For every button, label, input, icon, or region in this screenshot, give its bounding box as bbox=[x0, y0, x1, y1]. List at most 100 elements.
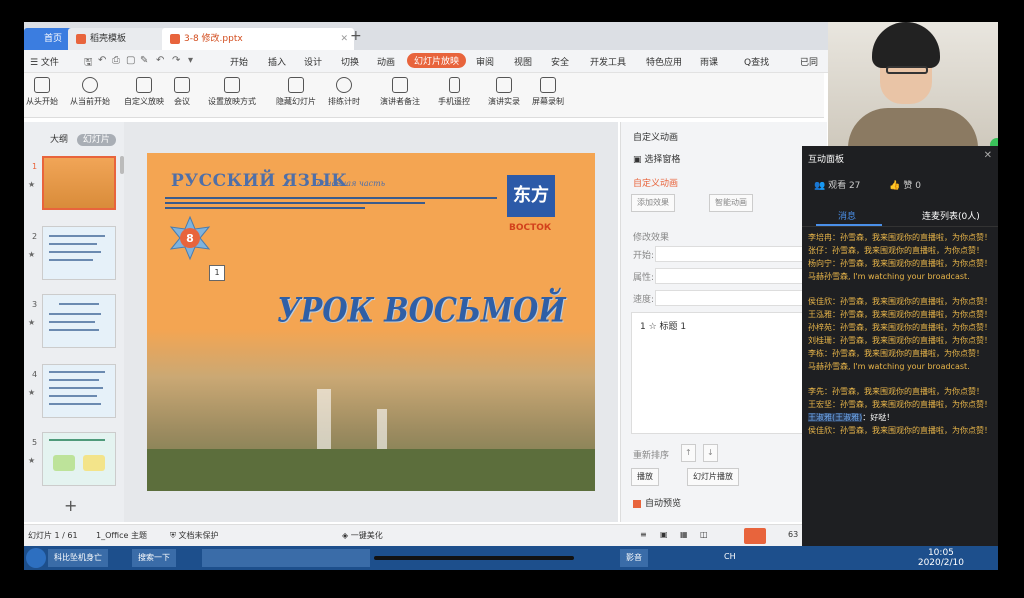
animation-marker[interactable]: 1 bbox=[209, 265, 225, 281]
menu-icon[interactable]: ≡ bbox=[640, 530, 647, 539]
thumb-line bbox=[49, 387, 103, 389]
chat-message-text: , I'm watching your broadcast. bbox=[848, 272, 970, 281]
slide-thumb-4[interactable] bbox=[42, 364, 116, 418]
media-progress[interactable] bbox=[374, 556, 574, 560]
start-select[interactable] bbox=[655, 246, 823, 262]
slide-thumb-3[interactable] bbox=[42, 294, 116, 348]
beautify-button[interactable]: ◈ 一键美化 bbox=[342, 530, 383, 541]
hide-slide-button[interactable]: 隐藏幻灯片 bbox=[276, 77, 316, 107]
ime-indicator[interactable]: CH bbox=[724, 552, 736, 561]
custom-anim-title: 自定义动画 bbox=[633, 179, 679, 189]
rehearse-timing-button[interactable]: 排练计时 bbox=[328, 77, 360, 107]
reading-view-icon[interactable]: ◫ bbox=[700, 530, 708, 539]
menu-dev-tools[interactable]: 开发工具 bbox=[590, 55, 626, 68]
preview-icon[interactable]: ▢ bbox=[126, 55, 135, 66]
chat-message-author: 刘桂珊 bbox=[808, 336, 832, 345]
speed-select[interactable] bbox=[655, 290, 823, 306]
speaker-notes-button[interactable]: 演讲者备注 bbox=[380, 77, 420, 107]
auto-preview-checkbox[interactable]: 自动预览 bbox=[633, 496, 681, 509]
move-up-button[interactable]: ↑ bbox=[681, 444, 696, 462]
menu-insert[interactable]: 插入 bbox=[268, 55, 286, 68]
menu-transition[interactable]: 切换 bbox=[341, 55, 359, 68]
zoom-level[interactable]: 63 bbox=[788, 530, 798, 539]
tab-messages[interactable]: 消息 bbox=[838, 209, 856, 222]
taskbar-app[interactable] bbox=[298, 549, 370, 567]
thumb-shape bbox=[83, 455, 105, 471]
property-select[interactable] bbox=[655, 268, 823, 284]
tab-slides[interactable]: 幻灯片 bbox=[76, 134, 116, 146]
menu-security[interactable]: 安全 bbox=[551, 55, 569, 68]
slide-thumb-2[interactable] bbox=[42, 226, 116, 280]
taskbar-chrome[interactable] bbox=[202, 549, 254, 567]
chat-message-author: 王泓雅 bbox=[808, 310, 832, 319]
add-slide-button[interactable]: + bbox=[64, 496, 77, 515]
close-icon[interactable]: ✕ bbox=[984, 150, 992, 161]
custom-show-button[interactable]: 自定义放映 bbox=[124, 77, 164, 107]
menu-animation[interactable]: 动画 bbox=[377, 55, 395, 68]
current-slide[interactable]: РУССКИЙ ЯЗЫК основная часть 东方 ВОСТОК 8 … bbox=[147, 153, 595, 491]
speech-record-button[interactable]: 演讲实录 bbox=[488, 77, 520, 107]
meeting-button[interactable]: 会议 bbox=[174, 77, 190, 107]
tab-mic-list[interactable]: 连麦列表(0人) bbox=[922, 209, 980, 222]
taskbar-video[interactable]: 影音 bbox=[620, 549, 648, 567]
sorter-view-icon[interactable]: ▦ bbox=[680, 530, 688, 539]
phone-remote-button[interactable]: 手机遥控 bbox=[438, 77, 470, 107]
play-from-start-button[interactable]: 从头开始 bbox=[26, 77, 58, 107]
meeting-icon bbox=[174, 77, 190, 93]
format-painter-icon[interactable]: ✎ bbox=[140, 55, 148, 66]
tab-outline[interactable]: 大纲 bbox=[50, 135, 68, 145]
interaction-panel: 互动面板 ✕ 👥 观看 27 👍 赞 0 消息 连麦列表(0人) 李培冉：孙雪森… bbox=[802, 146, 998, 546]
play-from-current-button[interactable]: 从当前开始 bbox=[70, 77, 110, 107]
animation-list-item[interactable]: 1 ☆ 标题 1 bbox=[640, 319, 686, 332]
doc-protection[interactable]: ⛨ 文档未保护 bbox=[170, 530, 219, 541]
add-effect-button[interactable]: 添加效果 bbox=[631, 194, 675, 212]
smart-animation-button[interactable]: 智能动画 bbox=[709, 194, 753, 212]
slide-thumb-1[interactable] bbox=[42, 156, 116, 210]
menu-rain-class[interactable]: 雨课 bbox=[700, 55, 718, 68]
slide-heading: УРОК ВОСЬМОЙ bbox=[277, 290, 566, 330]
menu-review[interactable]: 审阅 bbox=[476, 55, 494, 68]
taskbar-search[interactable]: 搜索一下 bbox=[132, 549, 176, 567]
new-tab-button[interactable]: + bbox=[350, 28, 362, 44]
selection-pane-button[interactable]: ▣ 选择窗格 bbox=[633, 152, 680, 165]
menu-view[interactable]: 视图 bbox=[514, 55, 532, 68]
setup-show-button[interactable]: 设置放映方式 bbox=[208, 77, 256, 107]
slideshow-play-button[interactable] bbox=[744, 528, 766, 544]
slide-canvas: РУССКИЙ ЯЗЫК основная часть 东方 ВОСТОК 8 … bbox=[124, 122, 618, 522]
start-button[interactable] bbox=[26, 548, 46, 568]
publisher-name: ВОСТОК bbox=[509, 223, 552, 233]
slideshow-button[interactable]: 幻灯片播放 bbox=[687, 468, 739, 486]
taskbar-browser[interactable]: 科比坠机身亡 bbox=[48, 549, 108, 567]
print-icon[interactable]: ⎙ bbox=[112, 55, 120, 66]
clock[interactable]: 10:05 2020/2/10 bbox=[918, 548, 964, 568]
selection-pane-label: 选择窗格 bbox=[644, 155, 681, 165]
tab-template[interactable]: 稻壳模板 bbox=[68, 28, 176, 50]
close-icon[interactable]: ✕ bbox=[340, 28, 348, 50]
undo-icon[interactable]: ↶ bbox=[98, 55, 106, 66]
chat-message: 李培冉：孙雪森，我来围观你的直播啦，为你点赞！ bbox=[808, 232, 994, 245]
panel-header[interactable]: 自定义动画 bbox=[633, 130, 678, 143]
normal-view-icon[interactable]: ▣ bbox=[660, 530, 668, 539]
reorder-label: 重新排序 bbox=[633, 451, 670, 461]
chat-message-author: 侯佳欣 bbox=[808, 297, 832, 306]
menu-search[interactable]: Q查找 bbox=[744, 55, 769, 68]
move-down-button[interactable]: ↓ bbox=[703, 444, 718, 462]
menu-design[interactable]: 设计 bbox=[304, 55, 322, 68]
thumb-line bbox=[49, 395, 97, 397]
redo-icon[interactable]: ↷ bbox=[172, 55, 180, 66]
menu-slideshow[interactable]: 幻灯片放映 bbox=[407, 53, 467, 68]
save-icon[interactable]: 🖫 bbox=[84, 55, 93, 72]
monitor-icon bbox=[34, 77, 50, 93]
chevron-down-icon[interactable]: ▾ bbox=[188, 55, 193, 66]
play-button[interactable]: 播放 bbox=[631, 468, 659, 486]
tab-document[interactable]: 3-8 修改.pptx ✕ bbox=[162, 28, 354, 50]
share-button[interactable]: 已同 bbox=[800, 55, 818, 68]
menu-file[interactable]: ☰ 文件 bbox=[30, 55, 59, 68]
slide-thumb-5[interactable] bbox=[42, 432, 116, 486]
ppt-file-icon bbox=[170, 33, 180, 44]
taskbar-app[interactable] bbox=[250, 549, 302, 567]
menu-features[interactable]: 特色应用 bbox=[646, 55, 682, 68]
menu-start[interactable]: 开始 bbox=[230, 55, 248, 68]
undo-icon[interactable]: ↶ bbox=[156, 55, 164, 66]
screen-record-button[interactable]: 屏幕录制 bbox=[532, 77, 564, 107]
